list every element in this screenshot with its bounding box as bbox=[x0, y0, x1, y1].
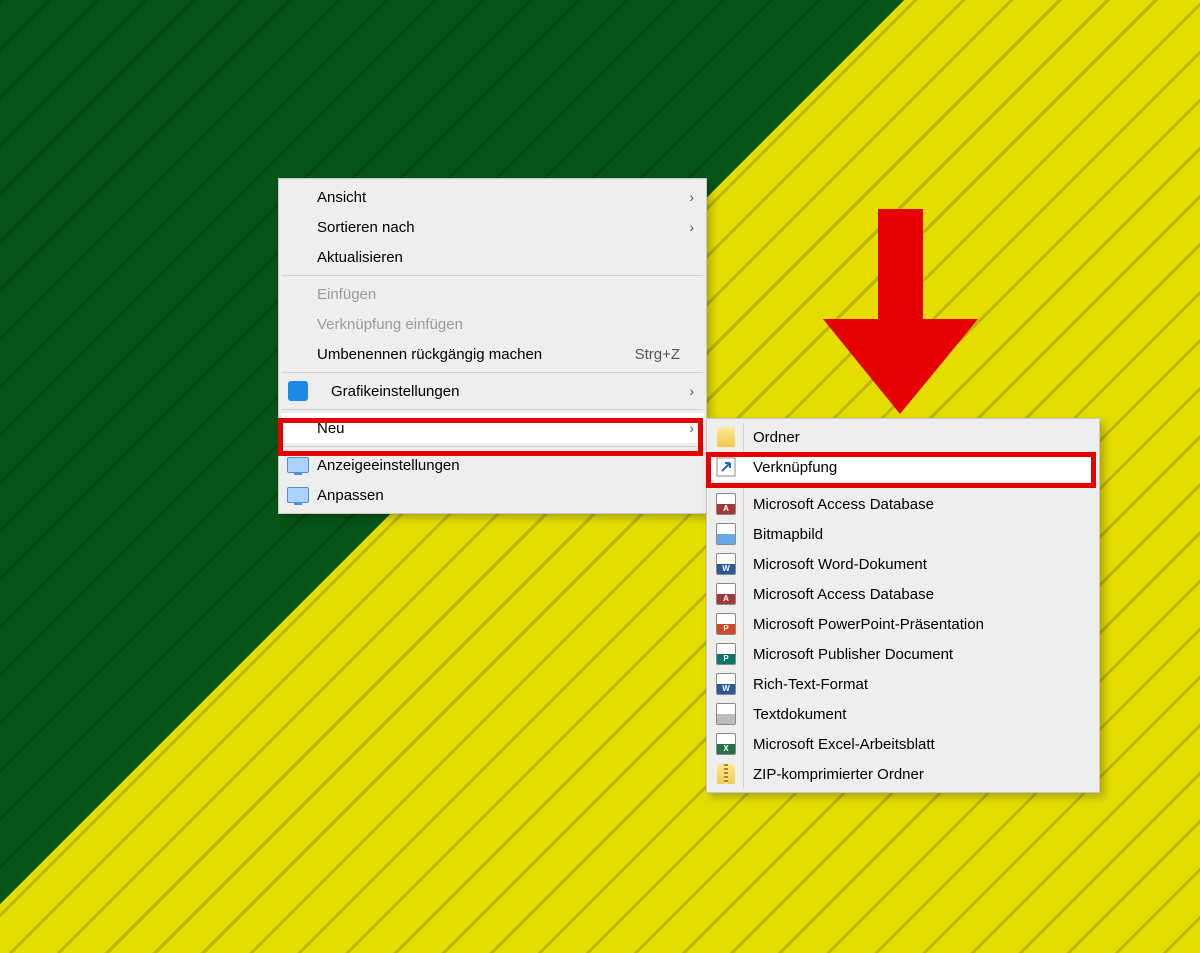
submenu-item-label: Microsoft Access Database bbox=[753, 586, 934, 603]
menu-item-shortcut: Strg+Z bbox=[635, 346, 680, 363]
rtf-file-icon: W bbox=[715, 673, 737, 695]
submenu-item-folder[interactable]: Ordner bbox=[709, 422, 1097, 452]
menu-item-label: Grafikeinstellungen bbox=[331, 383, 459, 400]
submenu-item-label: Microsoft Excel-Arbeitsblatt bbox=[753, 736, 935, 753]
new-submenu: Ordner Verknüpfung A Microsoft Access Da… bbox=[706, 418, 1100, 793]
desktop-context-menu: Ansicht › Sortieren nach › Aktualisieren… bbox=[278, 178, 707, 514]
menu-item-label: Einfügen bbox=[317, 286, 376, 303]
submenu-item-text[interactable]: Textdokument bbox=[709, 699, 1097, 729]
powerpoint-file-icon: P bbox=[715, 613, 737, 635]
submenu-item-label: Verknüpfung bbox=[753, 459, 837, 476]
menu-item-label: Anzeigeeinstellungen bbox=[317, 457, 460, 474]
text-file-icon bbox=[715, 703, 737, 725]
submenu-item-label: Ordner bbox=[753, 429, 800, 446]
menu-item-label: Sortieren nach bbox=[317, 219, 415, 236]
submenu-item-powerpoint[interactable]: P Microsoft PowerPoint-Präsentation bbox=[709, 609, 1097, 639]
submenu-item-label: Bitmapbild bbox=[753, 526, 823, 543]
monitor-icon bbox=[287, 484, 309, 506]
access-file-icon: A bbox=[715, 493, 737, 515]
menu-item-label: Neu bbox=[317, 420, 345, 437]
folder-icon bbox=[715, 426, 737, 448]
menu-item-label: Umbenennen rückgängig machen bbox=[317, 346, 542, 363]
monitor-icon bbox=[287, 454, 309, 476]
menu-item-label: Verknüpfung einfügen bbox=[317, 316, 463, 333]
menu-separator bbox=[282, 275, 703, 276]
chevron-right-icon: › bbox=[689, 219, 694, 235]
menu-separator bbox=[282, 372, 703, 373]
submenu-item-label: Textdokument bbox=[753, 706, 846, 723]
menu-item-personalize[interactable]: Anpassen bbox=[281, 480, 704, 510]
menu-item-paste: Einfügen bbox=[281, 279, 704, 309]
submenu-item-access-db[interactable]: A Microsoft Access Database bbox=[709, 489, 1097, 519]
submenu-item-label: Rich-Text-Format bbox=[753, 676, 868, 693]
menu-item-display-settings[interactable]: Anzeigeeinstellungen bbox=[281, 450, 704, 480]
menu-item-paste-shortcut: Verknüpfung einfügen bbox=[281, 309, 704, 339]
word-file-icon: W bbox=[715, 553, 737, 575]
submenu-item-label: ZIP-komprimierter Ordner bbox=[753, 766, 924, 783]
menu-item-undo-rename[interactable]: Umbenennen rückgängig machen Strg+Z bbox=[281, 339, 704, 369]
chevron-right-icon: › bbox=[689, 189, 694, 205]
submenu-item-shortcut[interactable]: Verknüpfung bbox=[709, 452, 1097, 482]
submenu-item-access-db-2[interactable]: A Microsoft Access Database bbox=[709, 579, 1097, 609]
submenu-item-zip[interactable]: ZIP-komprimierter Ordner bbox=[709, 759, 1097, 789]
submenu-item-excel[interactable]: X Microsoft Excel-Arbeitsblatt bbox=[709, 729, 1097, 759]
menu-item-new[interactable]: Neu › bbox=[281, 413, 704, 443]
menu-item-label: Anpassen bbox=[317, 487, 384, 504]
submenu-item-label: Microsoft Publisher Document bbox=[753, 646, 953, 663]
publisher-file-icon: P bbox=[715, 643, 737, 665]
bitmap-file-icon bbox=[715, 523, 737, 545]
menu-item-label: Ansicht bbox=[317, 189, 366, 206]
zip-folder-icon bbox=[715, 763, 737, 785]
menu-item-view[interactable]: Ansicht › bbox=[281, 182, 704, 212]
menu-separator bbox=[710, 485, 1096, 486]
access-file-icon: A bbox=[715, 583, 737, 605]
menu-item-graphics-settings[interactable]: Grafikeinstellungen › bbox=[281, 376, 704, 406]
menu-separator bbox=[282, 409, 703, 410]
submenu-item-label: Microsoft Word-Dokument bbox=[753, 556, 927, 573]
intel-graphics-icon bbox=[287, 380, 309, 402]
chevron-right-icon: › bbox=[689, 383, 694, 399]
submenu-item-label: Microsoft PowerPoint-Präsentation bbox=[753, 616, 984, 633]
menu-item-label: Aktualisieren bbox=[317, 249, 403, 266]
excel-file-icon: X bbox=[715, 733, 737, 755]
menu-item-refresh[interactable]: Aktualisieren bbox=[281, 242, 704, 272]
submenu-item-label: Microsoft Access Database bbox=[753, 496, 934, 513]
submenu-item-publisher[interactable]: P Microsoft Publisher Document bbox=[709, 639, 1097, 669]
chevron-right-icon: › bbox=[689, 420, 694, 436]
submenu-item-word[interactable]: W Microsoft Word-Dokument bbox=[709, 549, 1097, 579]
submenu-item-bitmap[interactable]: Bitmapbild bbox=[709, 519, 1097, 549]
menu-item-sort[interactable]: Sortieren nach › bbox=[281, 212, 704, 242]
submenu-item-rtf[interactable]: W Rich-Text-Format bbox=[709, 669, 1097, 699]
shortcut-icon bbox=[715, 456, 737, 478]
menu-separator bbox=[282, 446, 703, 447]
